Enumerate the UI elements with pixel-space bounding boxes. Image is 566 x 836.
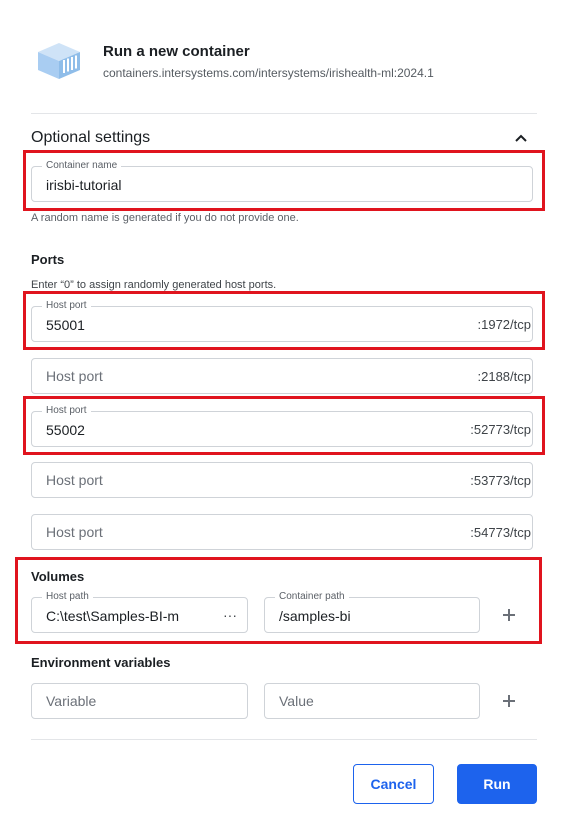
dialog-title: Run a new container <box>103 43 250 60</box>
host-path-label: Host path <box>42 591 93 603</box>
container-path-label: Container path <box>275 591 349 603</box>
volumes-heading: Volumes <box>31 569 85 584</box>
host-path-field[interactable]: Host path C:\test\Samples-BI-m ··· <box>31 591 248 633</box>
optional-settings-title: Optional settings <box>31 129 151 146</box>
host-port-value: 55002 <box>46 422 85 438</box>
container-name-helper: A random name is generated if you do not… <box>31 212 299 224</box>
env-value-placeholder: Value <box>279 693 314 709</box>
env-variable-placeholder: Variable <box>46 693 97 709</box>
host-port-label: Host port <box>42 405 91 417</box>
run-button[interactable]: Run <box>457 764 537 804</box>
container-name-label: Container name <box>42 160 122 172</box>
host-port-placeholder: Host port <box>46 524 103 540</box>
add-env-plus-icon[interactable] <box>501 693 517 709</box>
host-port-field[interactable]: Host port 55001 :1972/tcp <box>31 300 533 342</box>
container-path-field[interactable]: Container path /samples-bi <box>264 591 480 633</box>
host-port-placeholder: Host port <box>46 368 103 384</box>
docker-image-cube-icon <box>38 43 80 79</box>
host-port-field[interactable]: Host port 55002 :52773/tcp <box>31 405 533 447</box>
cancel-button[interactable]: Cancel <box>353 764 434 804</box>
env-value-field[interactable]: Value <box>264 683 480 719</box>
container-port: :54773/tcp <box>470 525 531 540</box>
divider <box>31 739 537 740</box>
host-path-value: C:\test\Samples-BI-m <box>46 608 180 624</box>
host-port-field[interactable]: Host port :54773/tcp <box>31 514 533 550</box>
container-path-value: /samples-bi <box>279 608 351 624</box>
ports-heading: Ports <box>31 252 65 267</box>
env-variable-field[interactable]: Variable <box>31 683 248 719</box>
divider <box>31 113 537 114</box>
ports-helper: Enter “0” to assign randomly generated h… <box>31 279 277 291</box>
env-heading: Environment variables <box>31 655 171 670</box>
container-name-field[interactable]: Container name irisbi-tutorial <box>31 160 533 202</box>
browse-button[interactable]: ··· <box>223 607 237 623</box>
container-port: :1972/tcp <box>477 317 532 332</box>
host-port-label: Host port <box>42 300 91 312</box>
container-port: :53773/tcp <box>470 473 531 488</box>
container-port: :52773/tcp <box>470 422 531 437</box>
host-port-field[interactable]: Host port :53773/tcp <box>31 462 533 498</box>
host-port-placeholder: Host port <box>46 472 103 488</box>
host-port-value: 55001 <box>46 317 85 333</box>
chevron-up-icon[interactable] <box>511 128 531 148</box>
container-name-value: irisbi-tutorial <box>46 177 122 193</box>
host-port-field[interactable]: Host port :2188/tcp <box>31 358 533 394</box>
container-port: :2188/tcp <box>477 369 532 384</box>
image-name: containers.intersystems.com/intersystems… <box>103 66 434 80</box>
add-volume-plus-icon[interactable] <box>501 607 517 623</box>
